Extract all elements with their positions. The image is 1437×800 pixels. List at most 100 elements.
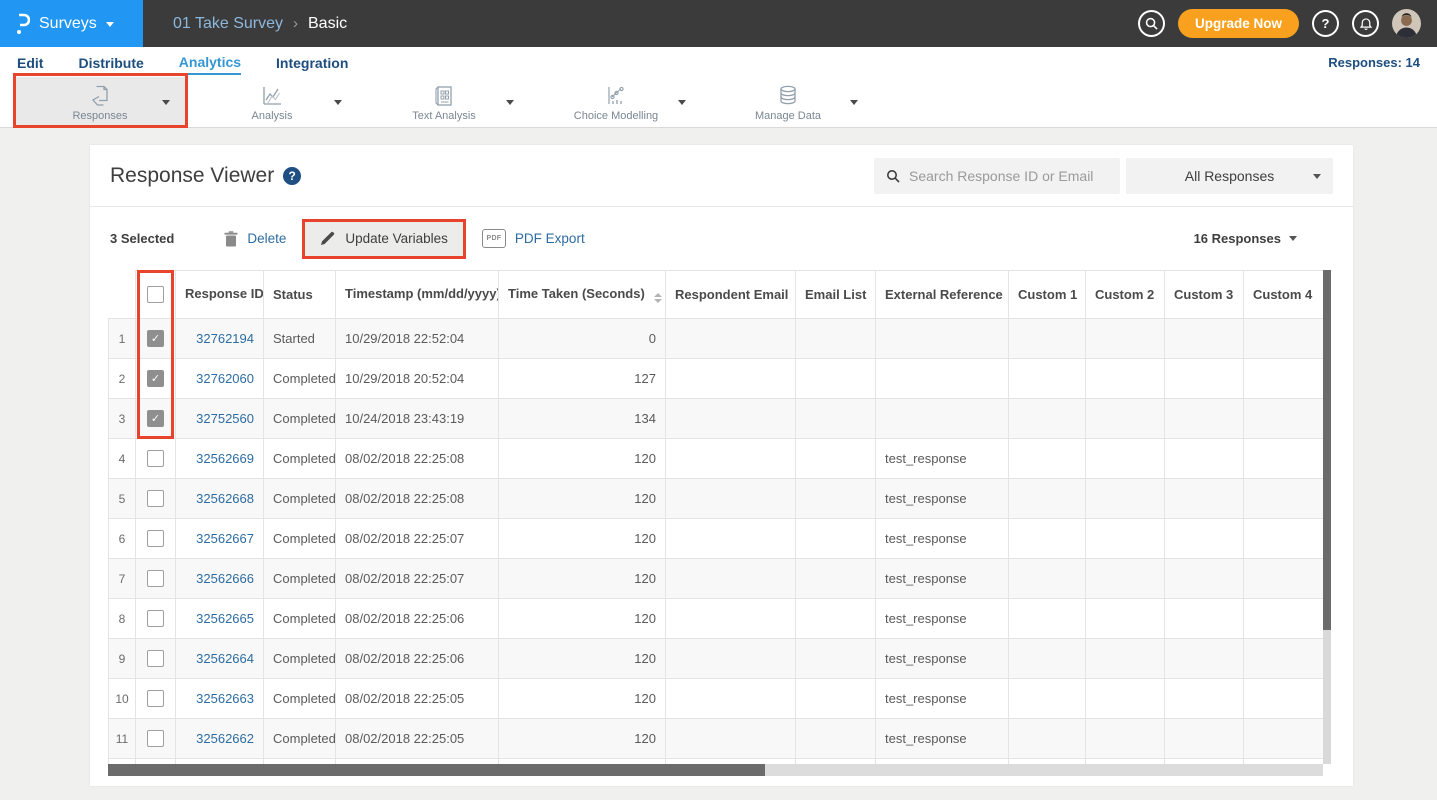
row-checkbox[interactable]: ✓ <box>147 370 164 387</box>
text-analysis-icon <box>431 83 457 109</box>
chevron-down-icon[interactable] <box>162 100 170 105</box>
time-taken-cell: 120 <box>499 679 666 719</box>
checkbox-cell <box>136 439 176 479</box>
col-email-list: Email List <box>796 271 876 319</box>
response-id-link[interactable]: 32752560 <box>176 399 264 439</box>
response-viewer-panel: Response Viewer ? All Responses 3 Select… <box>90 145 1353 786</box>
toolbar-item-analysis[interactable]: Analysis <box>186 77 358 127</box>
response-id-link[interactable]: 32562662 <box>176 719 264 759</box>
respondent-email-cell <box>666 399 796 439</box>
horizontal-scrollbar[interactable] <box>108 764 1323 776</box>
response-filter-dropdown[interactable]: All Responses <box>1126 158 1333 194</box>
column-label: Custom 4 <box>1253 287 1312 302</box>
sort-icon[interactable] <box>654 293 662 303</box>
row-checkbox[interactable] <box>147 530 164 547</box>
help-icon[interactable]: ? <box>283 167 301 185</box>
status-cell: Completed <box>264 559 336 599</box>
toolbar-item-text-analysis[interactable]: Text Analysis <box>358 77 530 127</box>
avatar[interactable] <box>1392 9 1421 38</box>
delete-button[interactable]: Delete <box>224 231 286 247</box>
col-time-taken[interactable]: Time Taken (Seconds) <box>499 271 666 319</box>
chevron-down-icon[interactable] <box>850 100 858 105</box>
column-label: Timestamp (mm/dd/yyyy) <box>345 286 499 301</box>
row-checkbox[interactable] <box>147 450 164 467</box>
toolbar-item-responses[interactable]: Responses <box>14 77 186 127</box>
search-icon[interactable] <box>1138 10 1165 37</box>
select-all-checkbox[interactable] <box>147 286 164 303</box>
topbar-actions: Upgrade Now ? <box>1138 0 1437 47</box>
row-checkbox[interactable]: ✓ <box>147 410 164 427</box>
row-checkbox[interactable]: ✓ <box>147 330 164 347</box>
tab-integration[interactable]: Integration <box>276 51 348 74</box>
row-checkbox[interactable] <box>147 610 164 627</box>
row-checkbox[interactable] <box>147 730 164 747</box>
checkbox-cell <box>136 559 176 599</box>
col-custom-1: Custom 1 <box>1009 271 1086 319</box>
bulk-actions-bar: 3 Selected Delete Update Variables PDF P… <box>90 207 1353 270</box>
response-id-link[interactable]: 32562663 <box>176 679 264 719</box>
email-list-cell <box>796 479 876 519</box>
table-row: 832562665Completed08/02/2018 22:25:06120… <box>109 599 1324 639</box>
respondent-email-cell <box>666 599 796 639</box>
row-number-cell: 11 <box>109 719 136 759</box>
brand-menu[interactable]: Surveys <box>0 0 143 47</box>
horizontal-scrollbar-thumb[interactable] <box>108 764 765 776</box>
row-number-cell: 8 <box>109 599 136 639</box>
update-variables-button[interactable]: Update Variables <box>302 219 466 259</box>
timestamp-cell: 08/02/2018 22:25:06 <box>336 599 499 639</box>
respondent-email-cell <box>666 479 796 519</box>
search-box <box>874 158 1120 194</box>
responses-page-size-dropdown[interactable]: 16 Responses <box>1194 231 1297 246</box>
chevron-down-icon[interactable] <box>506 100 514 105</box>
toolbar-item-manage-data[interactable]: Manage Data <box>702 77 874 127</box>
search-input[interactable] <box>909 168 1108 184</box>
row-checkbox[interactable] <box>147 650 164 667</box>
row-checkbox[interactable] <box>147 570 164 587</box>
breadcrumb-current-page: Basic <box>308 15 347 33</box>
pdf-icon: PDF <box>482 229 506 248</box>
response-id-link[interactable]: 32562667 <box>176 519 264 559</box>
row-number-cell: 3 <box>109 399 136 439</box>
timestamp-cell: 08/02/2018 22:25:08 <box>336 479 499 519</box>
custom-3-cell <box>1165 359 1244 399</box>
custom-1-cell <box>1009 559 1086 599</box>
toolbar-item-label: Manage Data <box>755 110 821 122</box>
col-custom-4: Custom 4 <box>1244 271 1324 319</box>
response-id-link[interactable]: 32562669 <box>176 439 264 479</box>
chevron-down-icon[interactable] <box>678 100 686 105</box>
row-checkbox[interactable] <box>147 690 164 707</box>
response-id-link[interactable]: 32762194 <box>176 319 264 359</box>
tab-analytics[interactable]: Analytics <box>179 50 241 75</box>
custom-4-cell <box>1244 319 1324 359</box>
response-id-link[interactable]: 32762060 <box>176 359 264 399</box>
col-response-id[interactable]: Response ID <box>176 271 264 319</box>
timestamp-cell: 10/29/2018 20:52:04 <box>336 359 499 399</box>
chevron-down-icon[interactable] <box>334 100 342 105</box>
response-id-link[interactable]: 32562665 <box>176 599 264 639</box>
col-timestamp[interactable]: Timestamp (mm/dd/yyyy) <box>336 271 499 319</box>
breadcrumb: 01 Take Survey › Basic <box>143 0 347 47</box>
responses-icon <box>87 83 113 109</box>
vertical-scrollbar[interactable] <box>1323 270 1331 764</box>
col-custom-3: Custom 3 <box>1165 271 1244 319</box>
response-id-link[interactable]: 32562666 <box>176 559 264 599</box>
table-row: 732562666Completed08/02/2018 22:25:07120… <box>109 559 1324 599</box>
tab-distribute[interactable]: Distribute <box>78 51 143 74</box>
help-icon[interactable]: ? <box>1312 10 1339 37</box>
vertical-scrollbar-thumb[interactable] <box>1323 270 1331 630</box>
col-external-reference: External Reference <box>876 271 1009 319</box>
upgrade-now-button[interactable]: Upgrade Now <box>1178 9 1299 38</box>
row-checkbox[interactable] <box>147 490 164 507</box>
response-id-link[interactable]: 32562668 <box>176 479 264 519</box>
checkbox-cell: ✓ <box>136 399 176 439</box>
external-reference-cell <box>876 359 1009 399</box>
tab-edit[interactable]: Edit <box>17 51 43 74</box>
bell-icon[interactable] <box>1352 10 1379 37</box>
response-id-link[interactable]: 32562664 <box>176 639 264 679</box>
column-label: Time Taken (Seconds) <box>508 286 645 301</box>
delete-label: Delete <box>247 231 286 246</box>
breadcrumb-survey-link[interactable]: 01 Take Survey <box>173 15 283 33</box>
checkbox-cell <box>136 479 176 519</box>
toolbar-item-choice-modelling[interactable]: Choice Modelling <box>530 77 702 127</box>
pdf-export-button[interactable]: PDF PDF Export <box>482 229 585 248</box>
